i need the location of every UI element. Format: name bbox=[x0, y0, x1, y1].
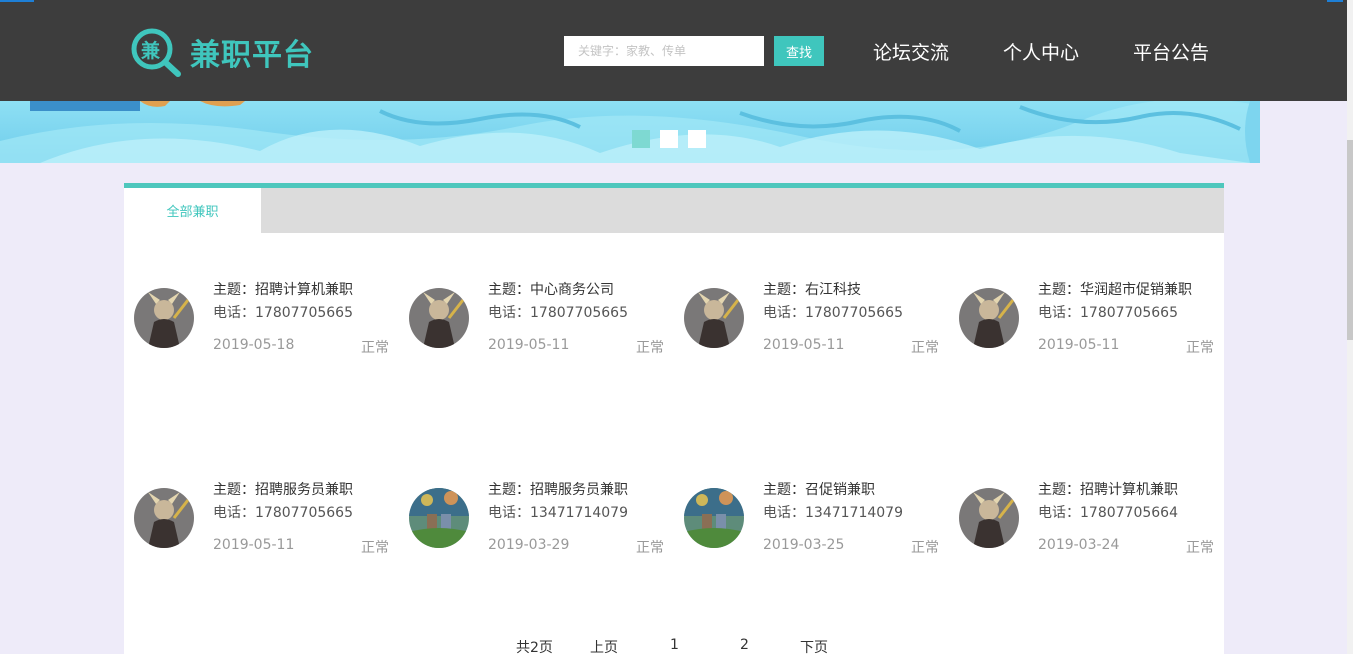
pagination-next[interactable]: 下页 bbox=[800, 637, 828, 654]
site-header: 兼 兼职平台 查找 论坛交流 个人中心 平台公告 bbox=[0, 0, 1347, 101]
top-edge-accent bbox=[0, 0, 34, 2]
job-status: 正常 bbox=[636, 540, 664, 556]
job-phone: 电话：17807705665 bbox=[763, 305, 903, 321]
job-subject: 主题：招聘计算机兼职 bbox=[213, 282, 353, 298]
scrollbar-thumb[interactable] bbox=[1347, 140, 1353, 340]
nav-forum-link[interactable]: 论坛交流 bbox=[873, 38, 949, 65]
page-scrollbar[interactable] bbox=[1347, 0, 1353, 654]
job-date: 2019-05-18 bbox=[213, 337, 295, 353]
job-subject: 主题：招聘服务员兼职 bbox=[488, 482, 628, 498]
pagination-prev[interactable]: 上页 bbox=[590, 637, 618, 654]
warrior-avatar-icon bbox=[409, 288, 469, 348]
job-phone: 电话：13471714079 bbox=[763, 505, 903, 521]
job-card[interactable]: 主题：中心商务公司 电话：17807705665 2019-05-11 正常 bbox=[399, 278, 674, 368]
warrior-avatar-icon bbox=[959, 288, 1019, 348]
job-phone: 电话：17807705665 bbox=[213, 505, 353, 521]
job-status: 正常 bbox=[911, 540, 939, 556]
job-date: 2019-05-11 bbox=[213, 537, 295, 553]
job-date: 2019-03-24 bbox=[1038, 537, 1120, 553]
job-card[interactable]: 主题：招聘服务员兼职 电话：17807705665 2019-05-11 正常 bbox=[124, 478, 399, 568]
pagination-total: 共2页 bbox=[516, 640, 553, 654]
warrior-avatar-icon bbox=[134, 288, 194, 348]
job-card[interactable]: 主题：华润超市促销兼职 电话：17807705665 2019-05-11 正常 bbox=[949, 278, 1224, 368]
warrior-avatar-icon bbox=[959, 488, 1019, 548]
fireworks-avatar-icon bbox=[409, 488, 469, 548]
job-phone: 电话：17807705664 bbox=[1038, 505, 1178, 521]
nav-announcement-link[interactable]: 平台公告 bbox=[1133, 38, 1209, 65]
job-card[interactable]: 主题：右江科技 电话：17807705665 2019-05-11 正常 bbox=[674, 278, 949, 368]
carousel-dot-1[interactable] bbox=[632, 130, 650, 148]
warrior-avatar-icon bbox=[684, 288, 744, 348]
carousel-dot-3[interactable] bbox=[688, 130, 706, 148]
job-date: 2019-05-11 bbox=[1038, 337, 1120, 353]
job-subject: 主题：招聘服务员兼职 bbox=[213, 482, 353, 498]
job-date: 2019-03-29 bbox=[488, 537, 570, 553]
job-card[interactable]: 主题：招聘服务员兼职 电话：13471714079 2019-03-29 正常 bbox=[399, 478, 674, 568]
site-logo[interactable]: 兼 兼职平台 bbox=[130, 27, 314, 77]
job-phone: 电话：17807705665 bbox=[488, 305, 628, 321]
job-date: 2019-05-11 bbox=[763, 337, 845, 353]
job-date: 2019-03-25 bbox=[763, 537, 845, 553]
warrior-avatar-icon bbox=[134, 488, 194, 548]
job-phone: 电话：13471714079 bbox=[488, 505, 628, 521]
carousel-dot-2[interactable] bbox=[660, 130, 678, 148]
magnifier-logo-icon: 兼 bbox=[130, 27, 182, 77]
job-status: 正常 bbox=[636, 340, 664, 356]
top-edge-accent bbox=[1327, 0, 1343, 2]
nav-profile-link[interactable]: 个人中心 bbox=[1003, 38, 1079, 65]
job-phone: 电话：17807705665 bbox=[1038, 305, 1178, 321]
job-status: 正常 bbox=[911, 340, 939, 356]
job-date: 2019-05-11 bbox=[488, 337, 570, 353]
fireworks-avatar-icon bbox=[684, 488, 744, 548]
job-card[interactable]: 主题：召促销兼职 电话：13471714079 2019-03-25 正常 bbox=[674, 478, 949, 568]
job-status: 正常 bbox=[1186, 340, 1214, 356]
search-input[interactable] bbox=[564, 36, 764, 66]
site-title: 兼职平台 bbox=[190, 38, 314, 73]
tab-bar: 全部兼职 bbox=[124, 188, 1224, 233]
job-status: 正常 bbox=[1186, 540, 1214, 556]
job-status: 正常 bbox=[361, 540, 389, 556]
pagination-page-2[interactable]: 2 bbox=[740, 637, 749, 653]
job-card[interactable]: 主题：招聘计算机兼职 电话：17807705665 2019-05-18 正常 bbox=[124, 278, 399, 368]
logo-glyph: 兼 bbox=[141, 40, 161, 62]
tab-all-jobs[interactable]: 全部兼职 bbox=[124, 188, 261, 233]
job-subject: 主题：召促销兼职 bbox=[763, 482, 875, 498]
job-subject: 主题：右江科技 bbox=[763, 282, 861, 298]
job-subject: 主题：华润超市促销兼职 bbox=[1038, 282, 1192, 298]
job-subject: 主题：招聘计算机兼职 bbox=[1038, 482, 1178, 498]
job-subject: 主题：中心商务公司 bbox=[488, 282, 614, 298]
job-status: 正常 bbox=[361, 340, 389, 356]
job-phone: 电话：17807705665 bbox=[213, 305, 353, 321]
search-button[interactable]: 查找 bbox=[774, 36, 824, 66]
job-card[interactable]: 主题：招聘计算机兼职 电话：17807705664 2019-03-24 正常 bbox=[949, 478, 1224, 568]
job-list-panel: 全部兼职 主题：招聘计算机兼职 电话：17807705665 2019-05-1… bbox=[124, 183, 1224, 654]
pagination-page-1[interactable]: 1 bbox=[670, 637, 679, 653]
